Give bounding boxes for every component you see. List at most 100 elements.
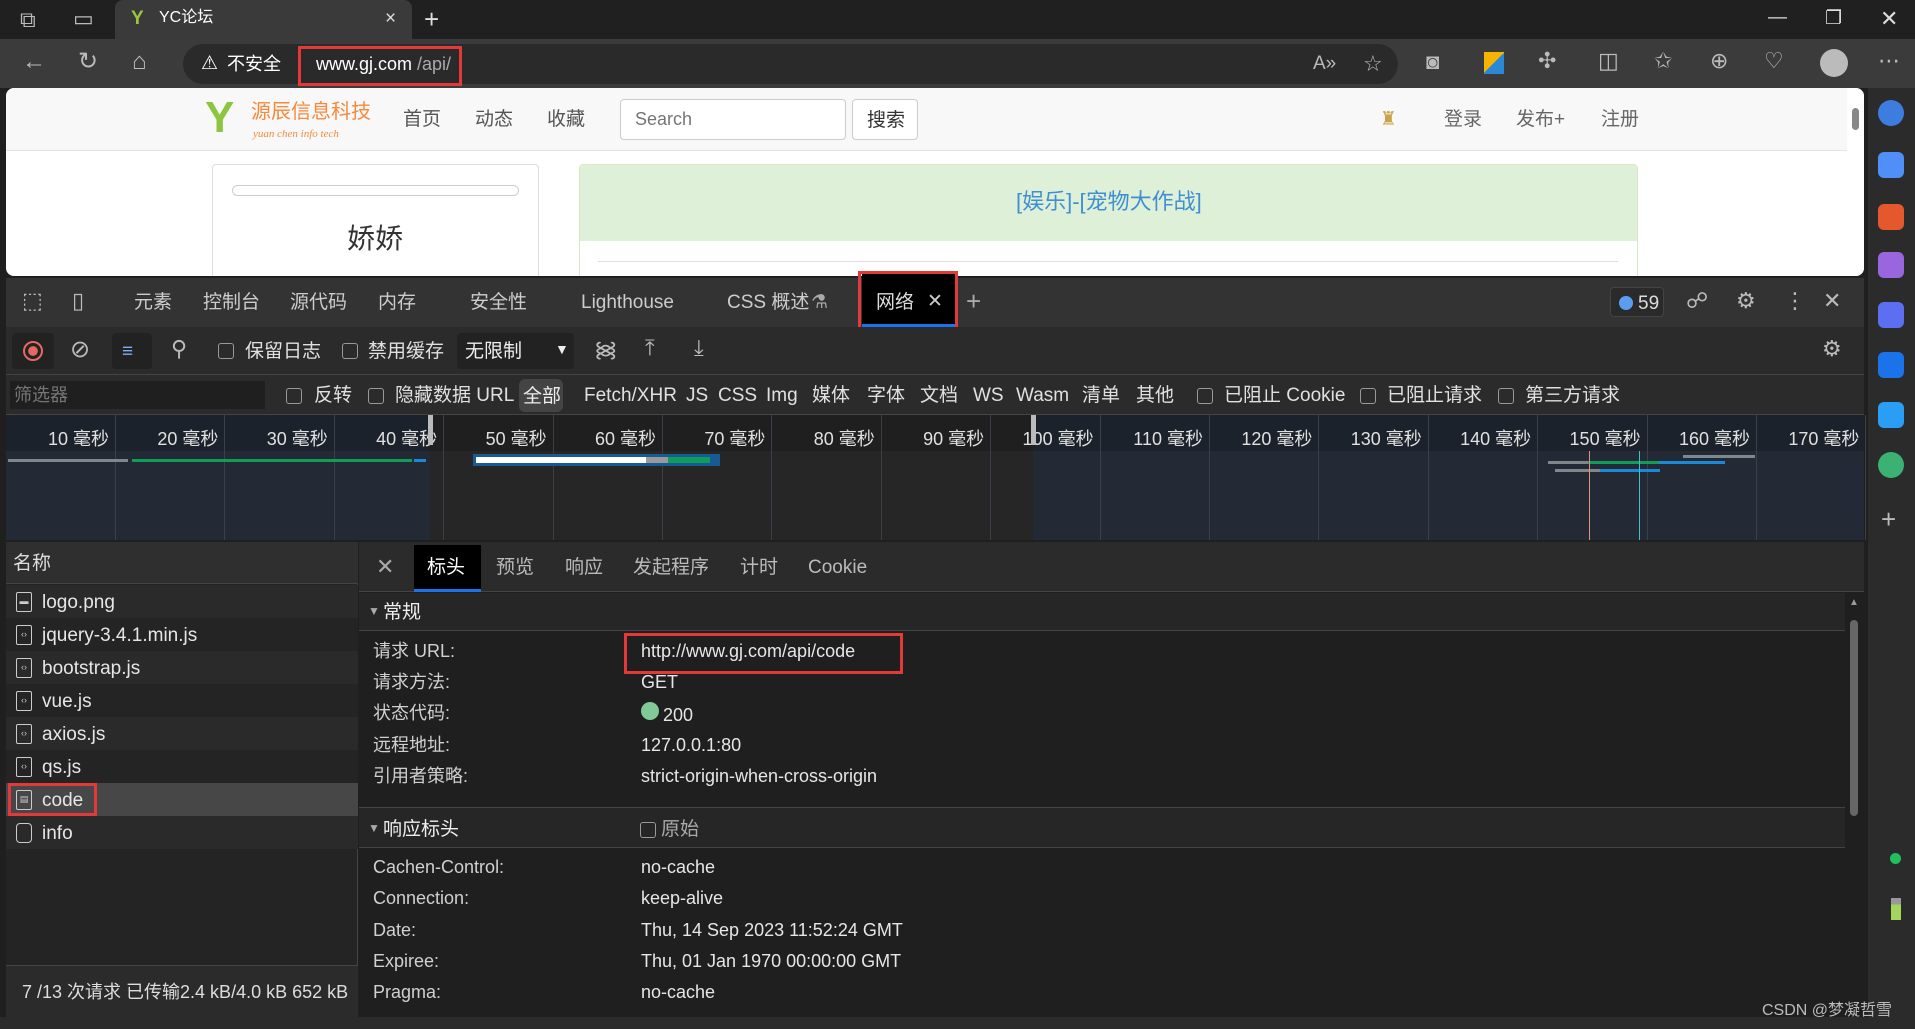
- filter-type-font[interactable]: 字体: [867, 386, 905, 405]
- nav-activity[interactable]: 动态: [475, 110, 513, 129]
- nav-home[interactable]: 首页: [403, 110, 441, 129]
- browser-tab[interactable]: Y YC论坛 ×: [115, 0, 412, 39]
- detail-tab-initiator[interactable]: 发起程序: [633, 558, 709, 577]
- waterfall-bar-selected[interactable]: [473, 454, 720, 466]
- request-row[interactable]: ‹› vue.js: [6, 684, 358, 717]
- blocked-requests-checkbox[interactable]: [1360, 388, 1376, 404]
- filter-toggle-button[interactable]: ≡: [112, 333, 152, 369]
- filter-type-manifest[interactable]: 清单: [1082, 386, 1120, 405]
- response-headers-section-header[interactable]: ▼ 响应标头 原始: [359, 807, 1845, 848]
- back-icon[interactable]: ←: [22, 50, 46, 74]
- maximize-icon[interactable]: ❐: [1825, 9, 1842, 28]
- filter-type-media[interactable]: 媒体: [812, 386, 850, 405]
- sidebar-tree-icon[interactable]: [1878, 452, 1904, 478]
- filter-type-js[interactable]: JS: [686, 386, 708, 405]
- favorite-star-icon[interactable]: ☆: [1363, 53, 1383, 75]
- collections-icon[interactable]: ⊕: [1710, 50, 1728, 72]
- general-section-header[interactable]: ▼ 常规: [359, 593, 1845, 631]
- close-devtools-icon[interactable]: ✕: [1823, 290, 1841, 312]
- tab-memory[interactable]: 内存: [378, 293, 416, 312]
- scroll-up-icon[interactable]: ▲: [1849, 598, 1859, 608]
- import-har-icon[interactable]: ⤒: [645, 337, 655, 359]
- request-row[interactable]: ‹› axios.js: [6, 717, 358, 750]
- filter-type-all[interactable]: 全部: [519, 379, 563, 412]
- hide-data-url-checkbox[interactable]: [368, 388, 384, 404]
- network-conditions-icon[interactable]: ᯼: [594, 339, 618, 361]
- detail-tab-preview[interactable]: 预览: [496, 558, 534, 577]
- post-title[interactable]: [娱乐]-[宠物大作战]: [1016, 191, 1202, 213]
- filter-type-wasm[interactable]: Wasm: [1016, 386, 1069, 405]
- filter-input[interactable]: [10, 381, 265, 409]
- more-options-icon[interactable]: ⋮: [1784, 290, 1806, 312]
- tab-sources[interactable]: 源代码: [290, 293, 347, 312]
- sidebar-copilot-icon[interactable]: [1878, 302, 1904, 328]
- split-screen-icon[interactable]: ◫: [1598, 50, 1619, 72]
- record-button[interactable]: [12, 333, 54, 369]
- extension-icon[interactable]: ◙: [1426, 51, 1439, 73]
- page-scrollbar[interactable]: [1847, 88, 1864, 276]
- close-window-icon[interactable]: ✕: [1880, 8, 1898, 30]
- blocked-cookies-checkbox[interactable]: [1197, 388, 1213, 404]
- tab-actions-icon[interactable]: ▭: [73, 8, 94, 30]
- nav-publish[interactable]: 发布+: [1516, 110, 1565, 129]
- preserve-log-checkbox[interactable]: [218, 343, 234, 359]
- filter-type-ws[interactable]: WS: [973, 386, 1004, 405]
- more-icon[interactable]: ⋯: [1878, 50, 1900, 72]
- detail-tab-headers[interactable]: 标头: [414, 545, 481, 592]
- clear-icon[interactable]: ⊘: [70, 338, 90, 362]
- throttle-select[interactable]: 无限制 ▼: [457, 333, 574, 369]
- issues-badge[interactable]: 59: [1610, 287, 1664, 317]
- sidebar-shopping-icon[interactable]: [1878, 152, 1904, 178]
- sidebar-search-icon[interactable]: [1878, 100, 1904, 126]
- more-tabs-button[interactable]: +: [966, 288, 981, 314]
- sidebar-games-icon[interactable]: [1878, 252, 1904, 278]
- sidebar-outlook-icon[interactable]: [1878, 352, 1904, 378]
- nav-register[interactable]: 注册: [1601, 110, 1639, 129]
- third-party-checkbox[interactable]: [1498, 388, 1514, 404]
- site-search-button[interactable]: 搜索: [852, 99, 918, 140]
- filter-type-css[interactable]: CSS: [718, 386, 757, 405]
- sidebar-add-icon[interactable]: +: [1881, 506, 1896, 532]
- request-row[interactable]: ‹› bootstrap.js: [6, 651, 358, 684]
- scrollbar-thumb[interactable]: [1852, 108, 1859, 130]
- feedback-icon[interactable]: ☍: [1686, 290, 1708, 312]
- minimize-icon[interactable]: —: [1768, 8, 1787, 27]
- device-toolbar-icon[interactable]: ▯: [72, 290, 84, 312]
- tab-console[interactable]: 控制台: [203, 293, 260, 312]
- close-detail-icon[interactable]: ✕: [376, 556, 394, 578]
- inspect-icon[interactable]: ⬚: [22, 290, 43, 312]
- new-tab-button[interactable]: +: [424, 6, 439, 32]
- tab-elements[interactable]: 元素: [134, 293, 172, 312]
- filter-type-fetch-xhr[interactable]: Fetch/XHR: [584, 386, 677, 405]
- notification-icon[interactable]: ♜: [1380, 110, 1397, 129]
- tab-security[interactable]: 安全性: [470, 293, 527, 312]
- site-logo[interactable]: Y 源辰信息科技 yuan chen info tech: [201, 92, 381, 148]
- sidebar-drop-icon[interactable]: [1878, 402, 1904, 428]
- home-icon[interactable]: ⌂: [132, 50, 147, 74]
- nav-login[interactable]: 登录: [1444, 110, 1482, 129]
- raw-checkbox[interactable]: [640, 822, 656, 838]
- detail-tab-timing[interactable]: 计时: [740, 558, 778, 577]
- detail-tab-response[interactable]: 响应: [565, 558, 603, 577]
- detail-scrollbar[interactable]: ▲: [1847, 596, 1861, 1016]
- refresh-icon[interactable]: ↻: [78, 50, 98, 74]
- translate-icon[interactable]: [1484, 52, 1504, 74]
- detail-tab-cookies[interactable]: Cookie: [808, 558, 867, 577]
- favorites-icon[interactable]: ✩: [1654, 50, 1672, 72]
- network-settings-icon[interactable]: ⚙: [1822, 338, 1842, 360]
- read-aloud-icon[interactable]: A»: [1313, 54, 1336, 73]
- scrollbar-thumb[interactable]: [1850, 620, 1858, 816]
- filter-type-doc[interactable]: 文档: [920, 386, 958, 405]
- request-row[interactable]: ‹› jquery-3.4.1.min.js: [6, 618, 358, 651]
- workspaces-icon[interactable]: ⧉: [20, 9, 36, 31]
- insecure-label[interactable]: 不安全: [227, 55, 281, 73]
- export-har-icon[interactable]: ⤓: [694, 337, 704, 359]
- timeline-handle-right[interactable]: [1031, 415, 1036, 445]
- tab-lighthouse[interactable]: Lighthouse: [581, 293, 674, 312]
- settings-icon[interactable]: ⚙: [1736, 290, 1756, 312]
- close-tab-icon[interactable]: ×: [385, 9, 396, 28]
- invert-checkbox[interactable]: [286, 388, 302, 404]
- site-search-input[interactable]: [620, 99, 846, 140]
- timeline-handle-left[interactable]: [428, 415, 433, 445]
- filter-type-other[interactable]: 其他: [1136, 386, 1174, 405]
